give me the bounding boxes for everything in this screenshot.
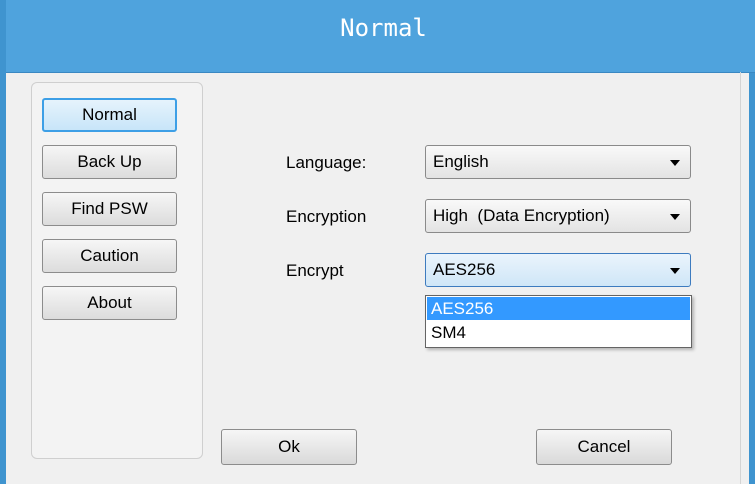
encryption-select[interactable]: High (Data Encryption)	[425, 199, 691, 233]
language-label: Language:	[286, 153, 367, 172]
chevron-down-icon	[670, 268, 680, 274]
encrypt-select[interactable]: AES256	[425, 253, 691, 287]
divider	[740, 72, 741, 484]
sidebar: Normal Back Up Find PSW Caution About	[31, 82, 203, 459]
sidebar-item-about[interactable]: About	[42, 286, 177, 320]
ok-button[interactable]: Ok	[221, 429, 357, 465]
chevron-down-icon	[670, 214, 680, 220]
encryption-value: High (Data Encryption)	[433, 206, 610, 225]
window-title: Normal	[340, 14, 427, 42]
title-bar: Normal	[6, 0, 755, 73]
encrypt-dropdown-list: AES256 SM4	[425, 295, 692, 348]
cancel-button[interactable]: Cancel	[536, 429, 672, 465]
dropdown-option-sm4[interactable]: SM4	[427, 321, 690, 344]
sidebar-item-normal[interactable]: Normal	[42, 98, 177, 132]
dropdown-option-aes256[interactable]: AES256	[427, 297, 690, 320]
encrypt-value: AES256	[433, 260, 496, 279]
language-select[interactable]: English	[425, 145, 691, 179]
chevron-down-icon	[670, 160, 680, 166]
language-value: English	[433, 152, 489, 171]
encrypt-label: Encrypt	[286, 261, 344, 280]
sidebar-item-caution[interactable]: Caution	[42, 239, 177, 273]
sidebar-item-find-psw[interactable]: Find PSW	[42, 192, 177, 226]
encryption-label: Encryption	[286, 207, 367, 226]
sidebar-item-back-up[interactable]: Back Up	[42, 145, 177, 179]
